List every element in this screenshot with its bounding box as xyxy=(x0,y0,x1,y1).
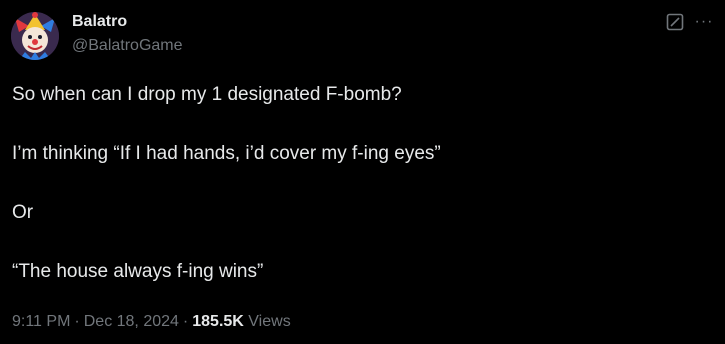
jester-avatar-icon xyxy=(11,12,59,60)
tweet-meta: 9:11 PM · Dec 18, 2024 · 185.5K Views xyxy=(12,311,291,333)
tweet-paragraph: I’m thinking “If I had hands, i’d cover … xyxy=(12,143,441,164)
tweet-paragraph: So when can I drop my 1 designated F-bom… xyxy=(12,84,402,105)
separator-dot: · xyxy=(74,313,80,330)
tweet-paragraph: Or xyxy=(12,202,34,223)
separator-dot: · xyxy=(182,313,189,330)
user-handle[interactable]: @BalatroGame xyxy=(72,36,183,56)
grok-icon[interactable] xyxy=(665,12,685,32)
tweet-text: So when can I drop my 1 designated F-bom… xyxy=(12,82,712,318)
display-name[interactable]: Balatro xyxy=(72,12,183,32)
views-label: Views xyxy=(248,313,291,330)
views-count[interactable]: 185.5K xyxy=(192,313,244,330)
tweet-time[interactable]: 9:11 PM xyxy=(12,313,70,330)
tweet-actions: ··· xyxy=(665,12,715,32)
more-options-icon[interactable]: ··· xyxy=(693,12,715,32)
avatar[interactable] xyxy=(11,12,59,60)
tweet: Balatro @BalatroGame ··· So when can I d… xyxy=(0,0,725,344)
author-block: Balatro @BalatroGame xyxy=(72,12,183,56)
tweet-paragraph: “The house always f-ing wins” xyxy=(12,261,264,282)
tweet-date[interactable]: Dec 18, 2024 xyxy=(84,313,179,330)
